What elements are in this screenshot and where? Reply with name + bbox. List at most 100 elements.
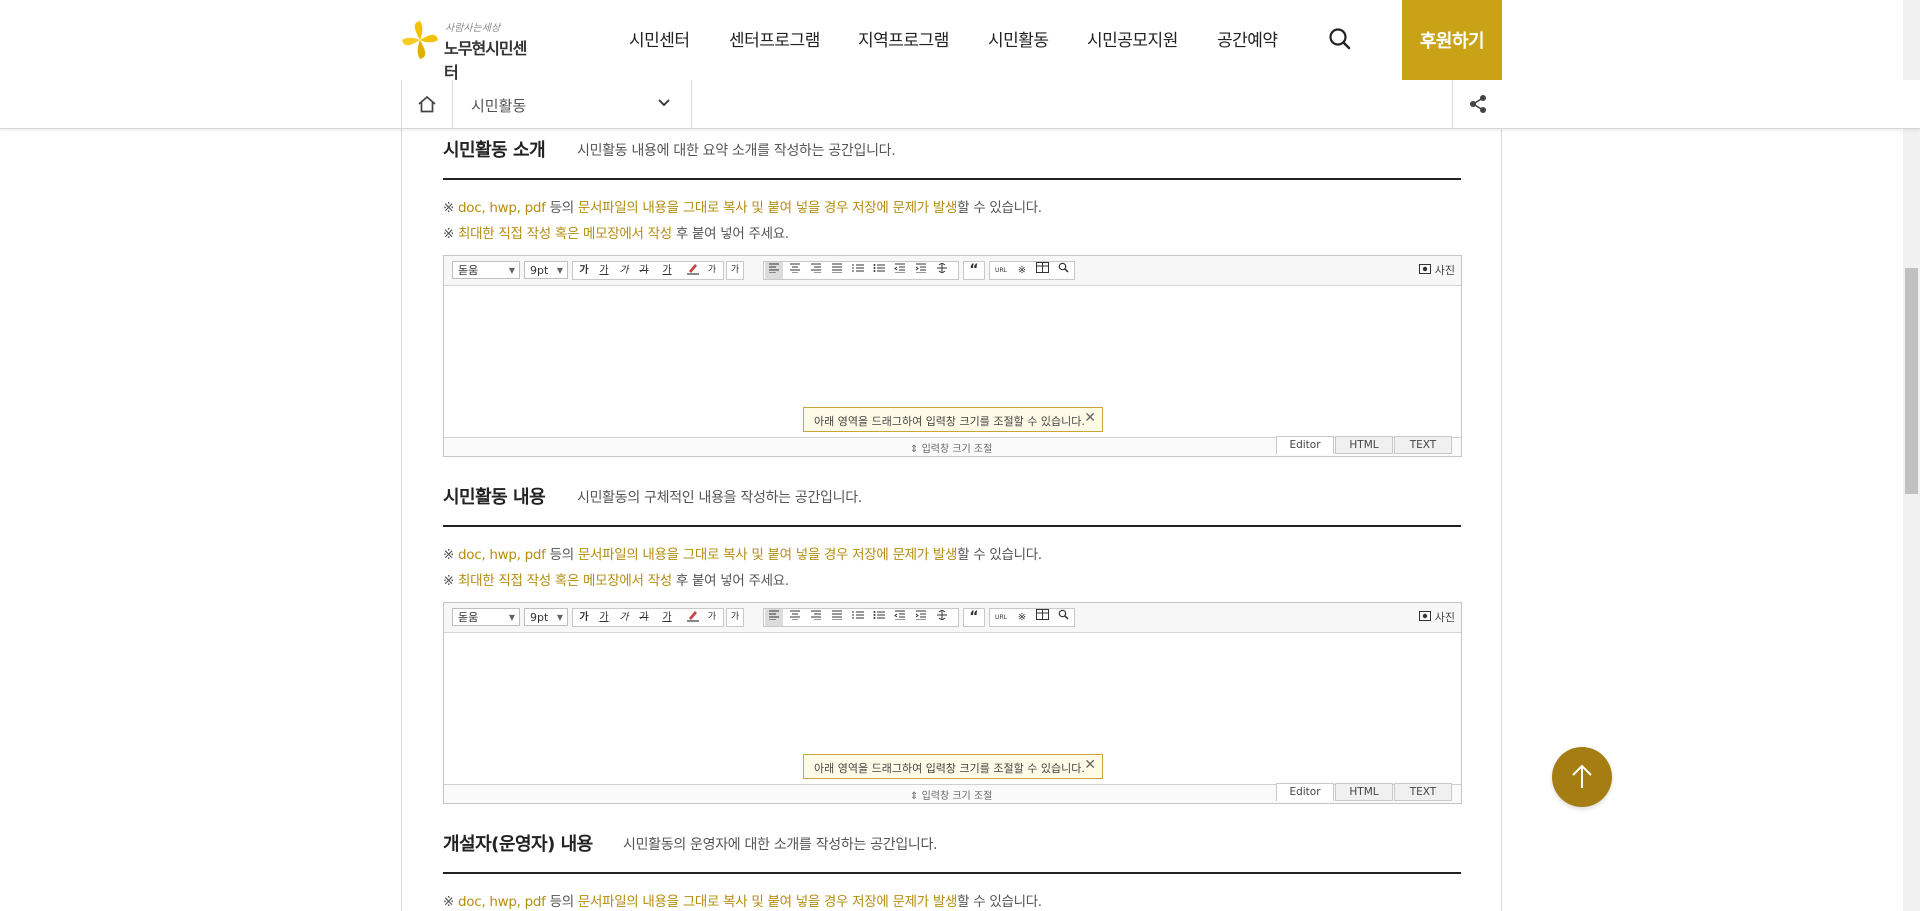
tab-text-mode[interactable]: TEXT (1394, 436, 1452, 454)
search-button[interactable] (1327, 26, 1353, 52)
chevron-down-icon (658, 99, 670, 107)
font-color-button[interactable]: 가 (655, 262, 679, 279)
editor-toolbar: 돋움 ▼ 9pt ▼ 가 가 가 가 가 가 가 “ URL ※ 사진 (444, 603, 1461, 633)
superscript-button[interactable]: 가 (703, 609, 721, 626)
align-center-button[interactable] (786, 262, 804, 279)
nav-item-center-program[interactable]: 센터프로그램 (729, 26, 820, 51)
tab-html-mode[interactable]: HTML (1335, 436, 1393, 454)
photo-button[interactable]: 사진 (1419, 262, 1455, 278)
align-justify-button[interactable] (828, 609, 846, 626)
notice-line-1: ※ doc, hwp, pdf 등의 문서파일의 내용을 그대로 복사 및 붙여… (443, 200, 1042, 216)
unordered-list-icon (873, 264, 885, 272)
link-button[interactable]: URL (991, 262, 1011, 279)
tab-html-mode[interactable]: HTML (1335, 783, 1393, 801)
nav-item-citizen-support[interactable]: 시민공모지원 (1087, 26, 1178, 51)
indent-button[interactable] (912, 262, 930, 279)
notice-line-1: ※ doc, hwp, pdf 등의 문서파일의 내용을 그대로 복사 및 붙여… (443, 547, 1042, 563)
content-left-border (401, 128, 402, 911)
subscript-button[interactable]: 가 (727, 609, 743, 626)
arrow-up-icon (1572, 764, 1592, 788)
tab-editor-mode[interactable]: Editor (1276, 783, 1334, 801)
site-logo[interactable]: 사람사는세상 노무현시민센터 (400, 19, 540, 82)
underline-button[interactable]: 가 (595, 262, 613, 279)
tab-text-mode[interactable]: TEXT (1394, 783, 1452, 801)
share-button[interactable] (1452, 80, 1503, 128)
italic-button[interactable]: 가 (615, 609, 633, 626)
breadcrumb-dropdown[interactable]: 시민활동 (452, 80, 692, 128)
section-title-content: 시민활동 내용 (443, 487, 546, 508)
tab-editor-mode[interactable]: Editor (1276, 436, 1334, 454)
subscript-button[interactable]: 가 (727, 262, 743, 279)
align-right-button[interactable] (807, 262, 825, 279)
content-right-border (1501, 128, 1502, 911)
strike-button[interactable]: 가 (635, 262, 653, 279)
outdent-button[interactable] (891, 262, 909, 279)
table-button[interactable] (1032, 609, 1052, 626)
quote-icon[interactable]: “ (964, 609, 984, 626)
subscript-group: 가 (726, 608, 744, 627)
font-family-select[interactable]: 돋움 ▼ (452, 608, 520, 626)
close-icon[interactable]: ✕ (1084, 757, 1096, 773)
resize-handle[interactable]: ⇕ 입력창 크기 조절 (910, 787, 992, 802)
underline-button[interactable]: 가 (595, 609, 613, 626)
superscript-button[interactable]: 가 (703, 262, 721, 279)
editor-footer: ⇕ 입력창 크기 조절 Editor HTML TEXT (444, 436, 1461, 456)
align-left-button[interactable] (765, 262, 783, 279)
unordered-list-button[interactable] (870, 609, 888, 626)
section-title-operator: 개설자(운영자) 내용 (443, 834, 593, 855)
close-icon[interactable]: ✕ (1084, 410, 1096, 426)
site-header: 사람사는세상 노무현시민센터 시민센터 센터프로그램 지역프로그램 시민활동 시… (0, 0, 1920, 82)
font-size-select[interactable]: 9pt ▼ (524, 261, 568, 279)
logo-name: 노무현시민센터 (444, 39, 527, 82)
notice-line-2: ※ 최대한 직접 작성 혹은 메모장에서 작성 후 붙여 넣어 주세요. (443, 226, 789, 242)
highlight-color-button[interactable] (681, 262, 705, 279)
strike-button[interactable]: 가 (635, 609, 653, 626)
section-desc-intro: 시민활동 내용에 대한 요약 소개를 작성하는 공간입니다. (577, 143, 896, 159)
photo-button[interactable]: 사진 (1419, 609, 1455, 625)
font-size-select[interactable]: 9pt ▼ (524, 608, 568, 626)
line-height-button[interactable] (933, 262, 951, 279)
align-left-button[interactable] (765, 609, 783, 626)
outdent-button[interactable] (891, 609, 909, 626)
section-divider (443, 525, 1461, 527)
unordered-list-button[interactable] (870, 262, 888, 279)
quote-icon[interactable]: “ (964, 262, 984, 279)
align-center-button[interactable] (786, 609, 804, 626)
home-icon (418, 95, 436, 113)
home-button[interactable] (401, 80, 453, 128)
table-button[interactable] (1032, 262, 1052, 279)
line-height-icon (937, 262, 947, 274)
ordered-list-button[interactable] (849, 262, 867, 279)
align-right-button[interactable] (807, 609, 825, 626)
scrollbar-thumb[interactable] (1905, 268, 1918, 494)
unordered-list-icon (873, 611, 885, 619)
nav-item-citizen-activity[interactable]: 시민활동 (988, 26, 1049, 51)
indent-button[interactable] (912, 609, 930, 626)
special-char-button[interactable]: ※ (1012, 262, 1032, 279)
resize-handle[interactable]: ⇕ 입력창 크기 조절 (910, 440, 992, 455)
scroll-to-top-button[interactable] (1552, 747, 1612, 807)
italic-button[interactable]: 가 (615, 262, 633, 279)
ordered-list-button[interactable] (849, 609, 867, 626)
rich-text-editor: 돋움 ▼ 9pt ▼ 가 가 가 가 가 가 가 “ URL ※ 사진 아래 영… (443, 255, 1462, 457)
bold-button[interactable]: 가 (575, 609, 593, 626)
find-button[interactable] (1053, 262, 1073, 279)
highlight-color-button[interactable] (681, 609, 705, 626)
bold-button[interactable]: 가 (575, 262, 593, 279)
font-family-select[interactable]: 돋움 ▼ (452, 261, 520, 279)
quote-group: “ (963, 261, 985, 280)
font-color-button[interactable]: 가 (655, 609, 679, 626)
nav-item-citizen-center[interactable]: 시민센터 (629, 26, 690, 51)
section-desc-operator: 시민활동의 운영자에 대한 소개를 작성하는 공간입니다. (623, 837, 938, 853)
nav-item-space-reservation[interactable]: 공간예약 (1217, 26, 1278, 51)
donate-button[interactable]: 후원하기 (1402, 0, 1502, 80)
nav-item-regional-program[interactable]: 지역프로그램 (858, 26, 949, 51)
align-justify-button[interactable] (828, 262, 846, 279)
link-button[interactable]: URL (991, 609, 1011, 626)
special-char-button[interactable]: ※ (1012, 609, 1032, 626)
line-height-button[interactable] (933, 609, 951, 626)
find-button[interactable] (1053, 609, 1073, 626)
search-icon (1329, 28, 1351, 50)
page-scrollbar[interactable] (1903, 0, 1920, 911)
resize-tooltip: 아래 영역을 드래그하여 입력창 크기를 조절할 수 있습니다. ✕ (803, 407, 1103, 432)
